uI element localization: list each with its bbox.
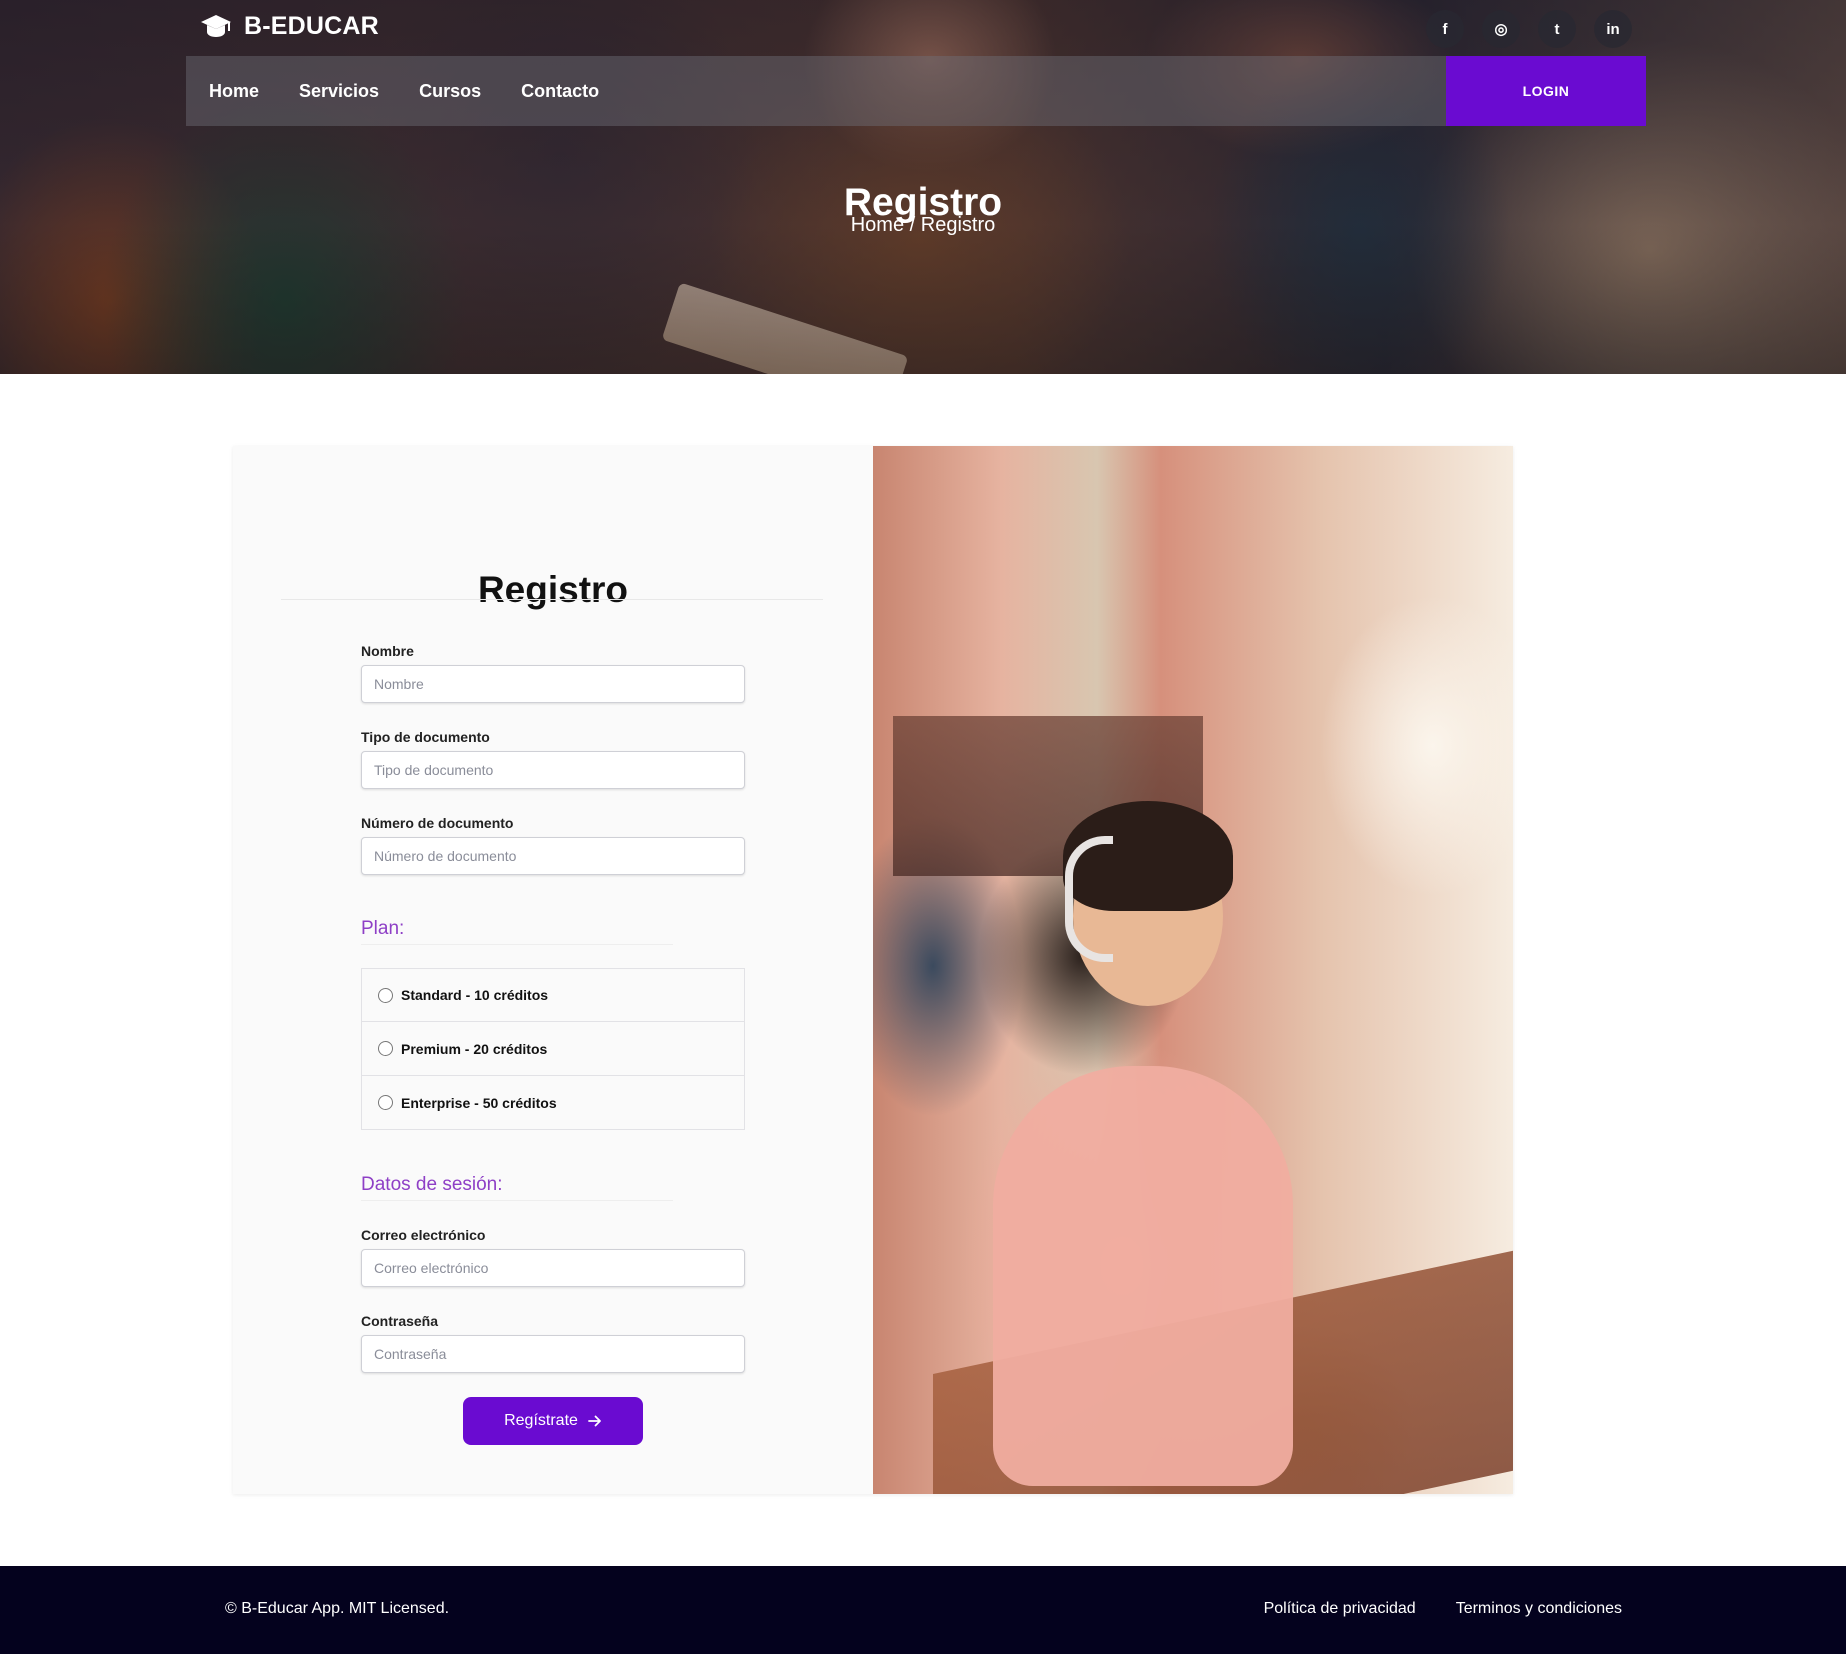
contrasena-label: Contraseña bbox=[361, 1313, 439, 1329]
nav-cursos[interactable]: Cursos bbox=[419, 81, 481, 102]
form-title: Registro bbox=[477, 568, 629, 610]
plan-radio-standard[interactable] bbox=[378, 987, 393, 1003]
plan-radio-enterprise[interactable] bbox=[378, 1095, 393, 1110]
session-section-title: Datos de sesión: bbox=[361, 1174, 503, 1195]
register-button-label: Regístrate bbox=[504, 1412, 578, 1429]
breadcrumb: Home / Registro bbox=[0, 214, 1846, 237]
breadcrumb-separator: / bbox=[904, 214, 921, 236]
breadcrumb-home[interactable]: Home bbox=[851, 214, 904, 236]
tipo-documento-input[interactable] bbox=[361, 751, 745, 789]
plan-divider bbox=[361, 944, 673, 945]
plan-radio-premium[interactable] bbox=[378, 1041, 393, 1056]
footer-links: Política de privacidad Terminos y condic… bbox=[1264, 1600, 1622, 1618]
register-button[interactable]: Regístrate bbox=[463, 1397, 643, 1445]
plan-section-title: Plan: bbox=[361, 918, 405, 939]
social-links: f ◎ t in bbox=[1426, 10, 1632, 48]
nav-servicios[interactable]: Servicios bbox=[299, 81, 379, 102]
facebook-icon[interactable]: f bbox=[1426, 10, 1464, 48]
tipo-documento-label: Tipo de documento bbox=[361, 729, 490, 745]
contrasena-input[interactable] bbox=[361, 1335, 745, 1373]
brand-logo[interactable]: B-EDUCAR bbox=[200, 12, 379, 41]
photo-student-body bbox=[993, 1066, 1293, 1486]
twitter-icon[interactable]: t bbox=[1538, 10, 1576, 48]
title-divider bbox=[281, 599, 823, 600]
numero-documento-label: Número de documento bbox=[361, 815, 514, 831]
hero-banner: B-EDUCAR f ◎ t in Home Servicios Cursos … bbox=[0, 0, 1846, 374]
nav-home[interactable]: Home bbox=[209, 81, 259, 102]
brand-name: B-EDUCAR bbox=[244, 12, 379, 40]
correo-label: Correo electrónico bbox=[361, 1227, 486, 1243]
plan-label: Enterprise - 50 créditos bbox=[401, 1094, 557, 1111]
plan-option-enterprise[interactable]: Enterprise - 50 créditos bbox=[361, 1076, 745, 1130]
plan-options: Standard - 10 créditos Premium - 20 créd… bbox=[361, 968, 745, 1130]
breadcrumb-current: Registro bbox=[920, 214, 996, 236]
instagram-icon[interactable]: ◎ bbox=[1482, 10, 1520, 48]
nav-links: Home Servicios Cursos Contacto bbox=[209, 56, 599, 126]
nombre-label: Nombre bbox=[361, 643, 414, 659]
session-divider bbox=[361, 1200, 673, 1201]
registration-card: Registro Nombre Tipo de documento Número… bbox=[233, 446, 1513, 1494]
login-button[interactable]: LOGIN bbox=[1446, 56, 1646, 126]
nav-contacto[interactable]: Contacto bbox=[521, 81, 599, 102]
student-photo bbox=[873, 446, 1513, 1494]
plan-label: Standard - 10 créditos bbox=[401, 987, 549, 1003]
plan-option-standard[interactable]: Standard - 10 créditos bbox=[361, 968, 745, 1022]
registration-form: Registro Nombre Tipo de documento Número… bbox=[233, 446, 873, 1494]
copyright-text: © B-Educar App. MIT Licensed. bbox=[225, 1600, 450, 1617]
main-navbar: Home Servicios Cursos Contacto LOGIN bbox=[186, 56, 1646, 126]
linkedin-icon[interactable]: in bbox=[1594, 10, 1632, 48]
plan-option-premium[interactable]: Premium - 20 créditos bbox=[361, 1022, 745, 1076]
correo-input[interactable] bbox=[361, 1249, 745, 1287]
plan-label: Premium - 20 créditos bbox=[401, 1040, 548, 1057]
top-bar: B-EDUCAR f ◎ t in bbox=[186, 0, 1646, 56]
graduation-cap-icon bbox=[201, 14, 231, 37]
numero-documento-input[interactable] bbox=[361, 837, 745, 875]
arrow-right-icon bbox=[588, 1415, 601, 1427]
terms-link[interactable]: Terminos y condiciones bbox=[1456, 1600, 1622, 1618]
nombre-input[interactable] bbox=[361, 665, 745, 703]
privacy-policy-link[interactable]: Política de privacidad bbox=[1264, 1600, 1416, 1618]
site-footer: © B-Educar App. MIT Licensed. Política d… bbox=[0, 1566, 1846, 1654]
headphones-shape bbox=[1065, 836, 1113, 962]
